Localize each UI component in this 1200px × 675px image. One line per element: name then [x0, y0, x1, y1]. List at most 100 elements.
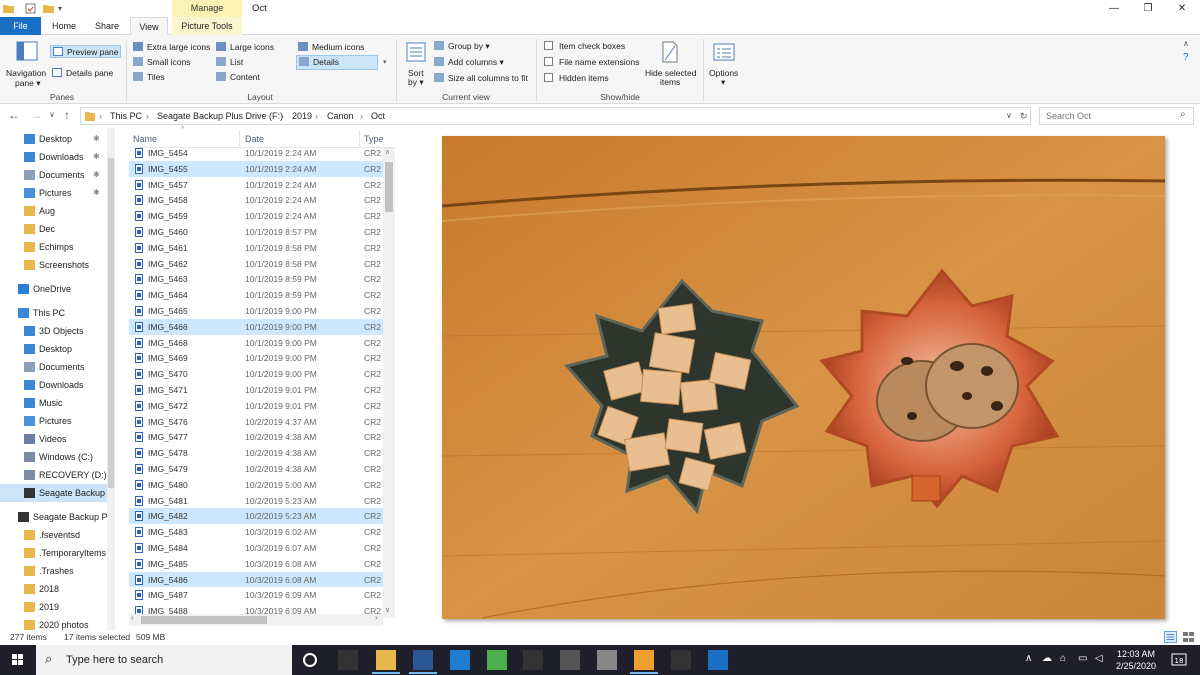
- file-name-extensions-toggle[interactable]: File name extensions: [544, 56, 639, 69]
- show-hidden-icons-icon[interactable]: ∧: [1025, 653, 1032, 664]
- nav-item-2020-photos[interactable]: 2020 photos: [0, 616, 113, 630]
- sort-by-icon[interactable]: [405, 41, 427, 63]
- options-dropdown-icon[interactable]: ▾: [721, 76, 725, 89]
- details-view-icon[interactable]: [1164, 631, 1177, 643]
- nav-item-desktop[interactable]: Desktop ✱: [0, 130, 113, 148]
- windows-start-icon[interactable]: [0, 645, 36, 675]
- layout-details[interactable]: Details: [296, 55, 378, 70]
- tab-home[interactable]: Home: [44, 17, 84, 35]
- table-row[interactable]: IMG_5477 10/2/2019 4:38 AM CR2 I: [129, 429, 386, 445]
- nav-item-aug[interactable]: Aug: [0, 202, 113, 220]
- manage-context-tab[interactable]: Manage: [172, 0, 242, 17]
- folder-app-icon[interactable]: [630, 650, 658, 674]
- table-row[interactable]: IMG_5463 10/1/2019 8:59 PM CR2 I: [129, 271, 386, 287]
- table-row[interactable]: IMG_5466 10/1/2019 9:00 PM CR2 I: [129, 318, 386, 335]
- grammar-icon[interactable]: [671, 650, 691, 670]
- word-icon[interactable]: [409, 650, 437, 674]
- quick-access-dropdown-icon[interactable]: ▾: [58, 2, 71, 15]
- table-row[interactable]: IMG_5458 10/1/2019 2:24 AM CR2 I: [129, 192, 386, 208]
- nav-item-echimps[interactable]: Echimps: [0, 238, 113, 256]
- group-by-button[interactable]: Group by ▾: [434, 40, 490, 53]
- nav-item-3d-objects[interactable]: 3D Objects: [0, 322, 113, 340]
- nav-item--fseventsd[interactable]: .fseventsd: [0, 526, 113, 544]
- breadcrumb-drive[interactable]: Seagate Backup Plus Drive (F:): [157, 108, 283, 124]
- photos-icon[interactable]: [597, 650, 617, 670]
- large-icons-view-icon[interactable]: [1182, 631, 1195, 643]
- layout-small-icons[interactable]: Small icons: [133, 56, 190, 69]
- notifications-icon[interactable]: 18: [1170, 651, 1188, 669]
- nav-item-music[interactable]: Music: [0, 394, 113, 412]
- nav-item-pictures[interactable]: Pictures ✱: [0, 184, 113, 202]
- table-row[interactable]: IMG_5469 10/1/2019 9:00 PM CR2 I: [129, 350, 386, 366]
- money-icon[interactable]: [523, 650, 543, 670]
- horizontal-scroll-thumb[interactable]: [141, 616, 267, 624]
- nav-item-2019[interactable]: 2019: [0, 598, 113, 616]
- nav-item--trashes[interactable]: .Trashes: [0, 562, 113, 580]
- search-input[interactable]: Search Oct: [1046, 108, 1091, 124]
- table-row[interactable]: IMG_5479 10/2/2019 4:38 AM CR2 I: [129, 461, 386, 477]
- table-row[interactable]: IMG_5459 10/1/2019 2:24 AM CR2 I: [129, 208, 386, 224]
- hidden-items-toggle[interactable]: Hidden items: [544, 72, 609, 85]
- column-name[interactable]: Name: [133, 134, 157, 144]
- size-all-columns-button[interactable]: Size all columns to fit: [434, 72, 528, 85]
- table-row[interactable]: IMG_5460 10/1/2019 8:57 PM CR2 I: [129, 224, 386, 240]
- battery-icon[interactable]: ▭: [1078, 653, 1087, 664]
- table-row[interactable]: IMG_5465 10/1/2019 9:00 PM CR2 I: [129, 303, 386, 319]
- forward-arrow-icon[interactable]: →: [30, 108, 42, 122]
- search-box[interactable]: Search Oct ⌕: [1039, 107, 1194, 125]
- column-divider[interactable]: [359, 130, 360, 146]
- file-list-horizontal-scrollbar[interactable]: ‹ ›: [129, 613, 383, 626]
- table-row[interactable]: IMG_5486 10/3/2019 6:08 AM CR2 I: [129, 571, 386, 588]
- table-row[interactable]: IMG_5485 10/3/2019 6:08 AM CR2 I: [129, 556, 386, 572]
- checkbox[interactable]: [544, 57, 553, 66]
- nav-item-this-pc[interactable]: This PC: [0, 304, 113, 322]
- nav-item-windows-c-[interactable]: Windows (C:): [0, 448, 113, 466]
- nav-item-recovery-d-[interactable]: RECOVERY (D:): [0, 466, 113, 484]
- taskbar-search-box[interactable]: ⌕ Type here to search: [36, 645, 292, 675]
- collapse-ribbon-icon[interactable]: ∧: [1183, 37, 1189, 50]
- preview-pane-button[interactable]: Preview pane: [50, 45, 121, 58]
- scroll-up-icon[interactable]: ∧: [385, 148, 390, 156]
- layout-medium-icons[interactable]: Medium icons: [298, 41, 364, 54]
- volume-icon[interactable]: ◁: [1095, 653, 1103, 664]
- nav-item-seagate-backup[interactable]: Seagate Backup: [0, 484, 113, 502]
- table-row[interactable]: IMG_5461 10/1/2019 8:58 PM CR2 I: [129, 240, 386, 256]
- file-explorer-icon[interactable]: [372, 650, 400, 674]
- nav-item-screenshots[interactable]: Screenshots: [0, 256, 113, 274]
- back-arrow-icon[interactable]: ←: [8, 108, 20, 122]
- item-check-boxes-toggle[interactable]: Item check boxes: [544, 40, 625, 53]
- screen-capture-icon[interactable]: [560, 650, 580, 670]
- nav-item-pictures[interactable]: Pictures: [0, 412, 113, 430]
- checkbox[interactable]: [544, 41, 553, 50]
- table-row[interactable]: IMG_5476 10/2/2019 4:37 AM CR2 I: [129, 414, 386, 430]
- table-row[interactable]: IMG_5483 10/3/2019 6:02 AM CR2 I: [129, 524, 386, 540]
- address-bar[interactable]: › This PC › Seagate Backup Plus Drive (F…: [80, 107, 1031, 125]
- navigation-pane-icon[interactable]: [16, 41, 38, 61]
- task-view-icon[interactable]: [303, 653, 317, 667]
- table-row[interactable]: IMG_5484 10/3/2019 6:07 AM CR2 I: [129, 540, 386, 556]
- terminal-icon[interactable]: [338, 650, 358, 670]
- navigation-pane-dropdown[interactable]: pane ▾: [15, 77, 41, 90]
- table-row[interactable]: IMG_5481 10/2/2019 5:23 AM CR2 I: [129, 493, 386, 509]
- column-type[interactable]: Type: [364, 134, 384, 144]
- add-columns-button[interactable]: Add columns ▾: [434, 56, 504, 69]
- breadcrumb-canon[interactable]: Canon: [327, 108, 354, 124]
- edge-icon[interactable]: [450, 650, 470, 670]
- table-row[interactable]: IMG_5472 10/1/2019 9:01 PM CR2 I: [129, 398, 386, 414]
- layout-large-icons[interactable]: Large icons: [216, 41, 274, 54]
- breadcrumb-2019[interactable]: 2019: [292, 108, 312, 124]
- tab-view[interactable]: View: [130, 17, 168, 36]
- vertical-scroll-thumb[interactable]: [385, 162, 393, 212]
- table-row[interactable]: IMG_5480 10/2/2019 5:00 AM CR2 I: [129, 477, 386, 493]
- nav-item-desktop[interactable]: Desktop: [0, 340, 113, 358]
- checkbox[interactable]: [544, 73, 553, 82]
- tab-picture-tools[interactable]: Picture Tools: [172, 17, 242, 35]
- layout-expand-icon[interactable]: ▾: [383, 56, 387, 69]
- chrome-icon[interactable]: [487, 650, 507, 670]
- close-button[interactable]: ✕: [1165, 0, 1199, 17]
- nav-item-downloads[interactable]: Downloads: [0, 376, 113, 394]
- nav-item-documents[interactable]: Documents ✱: [0, 166, 113, 184]
- minimize-button[interactable]: —: [1097, 0, 1131, 17]
- tab-file[interactable]: File: [0, 17, 41, 35]
- table-row[interactable]: IMG_5487 10/3/2019 6:09 AM CR2 I: [129, 587, 386, 603]
